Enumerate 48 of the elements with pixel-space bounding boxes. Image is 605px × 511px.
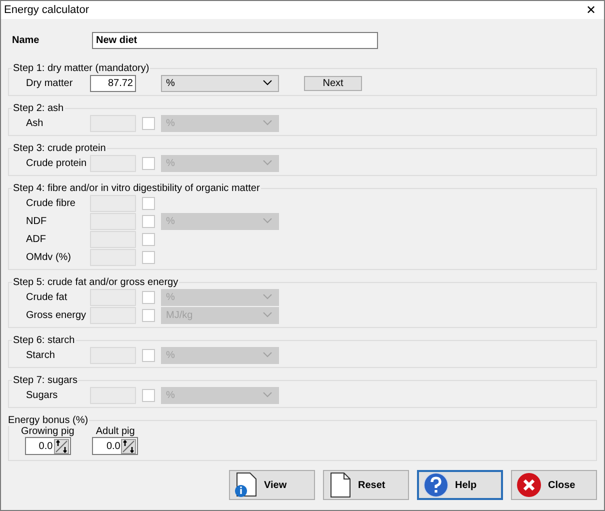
close-button[interactable]: ✕ xyxy=(578,3,604,17)
chevron-down-icon xyxy=(263,352,272,358)
field-label: Crude fibre xyxy=(26,198,76,208)
field-label: Ash xyxy=(26,118,44,128)
field-label: Adult pig xyxy=(96,426,135,437)
field-label: Starch xyxy=(26,350,56,360)
close-icon xyxy=(516,472,542,498)
help-icon xyxy=(423,472,449,498)
group-title: Step 3: crude protein xyxy=(12,143,107,154)
unit-dropdown[interactable]: % xyxy=(161,74,279,92)
group-title: Step 6: starch xyxy=(12,335,76,346)
chevron-down-icon xyxy=(263,392,272,398)
chevron-down-icon xyxy=(263,294,272,300)
field-label: Gross energy xyxy=(26,310,88,320)
field-label: OMdv (%) xyxy=(26,252,72,262)
field-label: Crude fat xyxy=(26,292,68,302)
chevron-down-icon xyxy=(263,312,272,318)
spin-field[interactable]: 0.0 xyxy=(92,437,138,455)
group-title: Energy bonus (%) xyxy=(7,415,90,426)
reset-button[interactable]: Reset xyxy=(323,470,409,500)
name-label: Name xyxy=(12,34,40,46)
window-title: Energy calculator xyxy=(4,4,89,16)
document-info-icon xyxy=(234,472,258,498)
field-label: Growing pig xyxy=(21,426,74,437)
chevron-down-icon xyxy=(263,160,272,166)
field-label: Crude protein xyxy=(26,158,88,168)
field-label: Sugars xyxy=(26,390,59,400)
close-button[interactable]: Close xyxy=(511,470,597,500)
field-label: ADF xyxy=(26,234,47,244)
group-title: Step 1: dry matter (mandatory) xyxy=(12,63,150,74)
spinner-arrows-icon[interactable] xyxy=(54,438,69,454)
next-button[interactable]: Next xyxy=(304,76,362,90)
field-label: NDF xyxy=(26,216,48,226)
view-button[interactable]: View xyxy=(229,470,315,500)
field-label: Dry matter xyxy=(26,78,74,88)
spinner-arrows-icon[interactable] xyxy=(121,438,136,454)
blank-document-icon xyxy=(328,472,352,498)
group-title: Step 4: fibre and/or in vitro digestibility of organic matter xyxy=(12,183,261,194)
chevron-down-icon xyxy=(263,80,272,86)
group-title: Step 7: sugars xyxy=(12,375,78,386)
group-title: Step 5: crude fat and/or gross energy xyxy=(12,277,180,288)
name-field[interactable]: New diet xyxy=(92,32,378,48)
spin-field[interactable]: 0.0 xyxy=(24,437,71,455)
group-title: Step 2: ash xyxy=(12,103,65,114)
chevron-down-icon xyxy=(263,218,272,224)
input-field[interactable]: 87.72 xyxy=(90,74,136,92)
chevron-down-icon xyxy=(263,120,272,126)
help-button[interactable]: Help xyxy=(417,470,503,500)
